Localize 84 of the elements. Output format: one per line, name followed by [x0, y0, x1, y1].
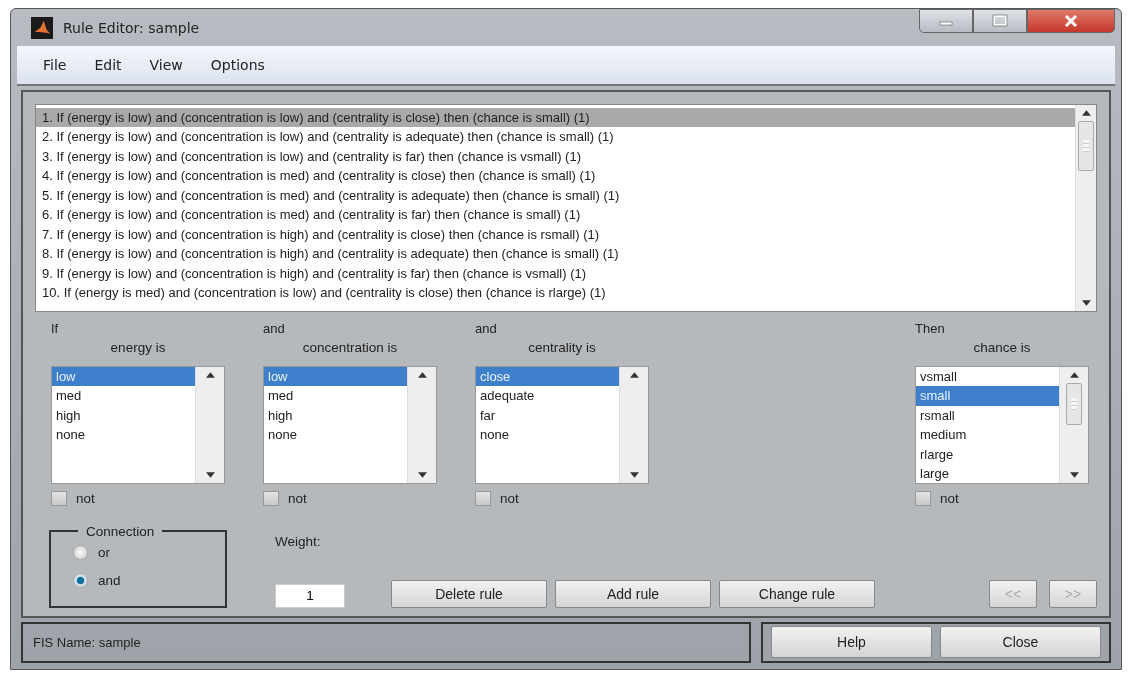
list-option[interactable]: med [264, 386, 407, 406]
maximize-button[interactable] [973, 9, 1027, 33]
variable-label: centrality is [528, 338, 596, 357]
not-checkbox[interactable] [51, 490, 67, 506]
scroll-up-icon[interactable] [629, 371, 639, 378]
rule-item[interactable]: 9. If (energy is low) and (concentration is high) and (centrality is far) then (chance is vsmall) (1) [36, 263, 1075, 284]
list-option[interactable]: large [916, 464, 1059, 483]
list-option[interactable]: far [476, 405, 619, 426]
list-option[interactable]: low [264, 366, 407, 387]
list-option[interactable]: high [264, 405, 407, 426]
variable-label: chance is [973, 338, 1031, 357]
app-logo-icon [31, 16, 53, 39]
list-option[interactable]: medium [916, 425, 1059, 445]
list-option[interactable]: small [916, 386, 1059, 406]
rule-item[interactable]: 5. If (energy is low) and (concentration is med) and (centrality is adequate) then (chance is small) (1) [36, 185, 1075, 206]
variable-label: concentration is [302, 338, 398, 357]
scroll-thumb[interactable] [1066, 382, 1082, 425]
weight-field[interactable]: 1 [275, 583, 345, 608]
scroll-down-icon[interactable] [1069, 471, 1079, 478]
menu-item[interactable]: View [135, 57, 197, 74]
rule-button[interactable]: Delete rule [391, 579, 547, 608]
scrollbar[interactable] [619, 366, 648, 483]
menu-item[interactable]: Edit [80, 57, 136, 74]
window-title: Rule Editor: sample [63, 19, 200, 36]
scroll-up-icon[interactable] [1069, 371, 1079, 378]
weight-label: Weight: [275, 533, 322, 549]
radio-button[interactable] [73, 545, 88, 561]
rule-item[interactable]: 7. If (energy is low) and (concentration is high) and (centrality is close) then (chance is rsmall) (1) [36, 224, 1075, 245]
rule-item[interactable]: 8. If (energy is low) and (concentration is high) and (centrality is adequate) then (chance is small) (1) [36, 244, 1075, 264]
checkbox-label: not [288, 490, 307, 506]
maximize-icon [990, 14, 1010, 28]
scroll-down-icon[interactable] [629, 471, 639, 478]
footer-button[interactable]: Help [771, 626, 932, 659]
checkbox-label: not [940, 490, 959, 506]
rule-item[interactable]: 3. If (energy is low) and (concentration is low) and (centrality is far) then (chance is vsmall) (1) [36, 146, 1075, 167]
rule-item[interactable]: 10. If (energy is med) and (concentration is low) and (centrality is close) then (chance is rlarge) (1) [36, 283, 1075, 303]
connective-label: and [475, 319, 498, 338]
connective-label: Then [915, 319, 946, 338]
list-option[interactable]: none [52, 425, 195, 445]
scrollbar[interactable] [1059, 366, 1088, 483]
footer-button[interactable]: Close [940, 626, 1101, 659]
status-text: FIS Name: sample [33, 634, 141, 650]
rule-button[interactable]: Change rule [719, 579, 875, 608]
connective-label: and [263, 319, 286, 338]
list-option[interactable]: rsmall [916, 405, 1059, 426]
rule-item[interactable]: 6. If (energy is low) and (concentration is med) and (centrality is far) then (chance is small) (1) [36, 205, 1075, 225]
radio-label: or [98, 545, 110, 561]
list-option[interactable]: high [52, 405, 195, 426]
not-checkbox[interactable] [475, 490, 491, 506]
list-option[interactable]: close [476, 366, 619, 387]
checkbox-label: not [76, 490, 95, 506]
list-option[interactable]: rlarge [916, 444, 1059, 465]
rule-button[interactable]: Add rule [555, 579, 711, 608]
rule-item[interactable]: 2. If (energy is low) and (concentration is low) and (centrality is adequate) then (chance is small) (1) [36, 127, 1075, 147]
connective-label: If [51, 319, 60, 338]
rule-item[interactable]: 4. If (energy is low) and (concentration is med) and (centrality is close) then (chance is small) (1) [36, 166, 1075, 186]
scroll-down-icon[interactable] [205, 471, 215, 478]
list-option[interactable]: low [52, 366, 195, 387]
scroll-thumb[interactable] [1078, 120, 1094, 171]
group-title: Connection [85, 523, 156, 539]
scroll-down-icon[interactable] [1081, 299, 1091, 306]
variable-label: energy is [110, 338, 166, 357]
list-option[interactable]: vsmall [916, 366, 1059, 387]
list-option[interactable]: none [476, 425, 619, 445]
list-option[interactable]: med [52, 386, 195, 406]
scroll-down-icon[interactable] [417, 471, 427, 478]
not-checkbox[interactable] [915, 490, 931, 506]
not-checkbox[interactable] [263, 490, 279, 506]
close-button[interactable] [1027, 9, 1115, 33]
list-option[interactable]: none [264, 425, 407, 445]
menu-item[interactable]: Options [196, 57, 279, 74]
radio-label: and [98, 573, 121, 589]
rule-item[interactable]: 1. If (energy is low) and (concentration is low) and (centrality is close) then (chance is small) (1) [36, 107, 1075, 128]
minimize-button[interactable] [919, 9, 973, 33]
scroll-up-icon[interactable] [1081, 109, 1091, 116]
radio-button[interactable] [73, 573, 88, 589]
checkbox-label: not [500, 490, 519, 506]
menu-item[interactable]: File [29, 57, 81, 74]
scroll-up-icon[interactable] [417, 371, 427, 378]
list-option[interactable]: adequate [476, 386, 619, 406]
scrollbar[interactable] [195, 366, 224, 483]
scroll-up-icon[interactable] [205, 371, 215, 378]
scrollbar[interactable] [407, 366, 436, 483]
scrollbar[interactable] [1075, 104, 1096, 311]
